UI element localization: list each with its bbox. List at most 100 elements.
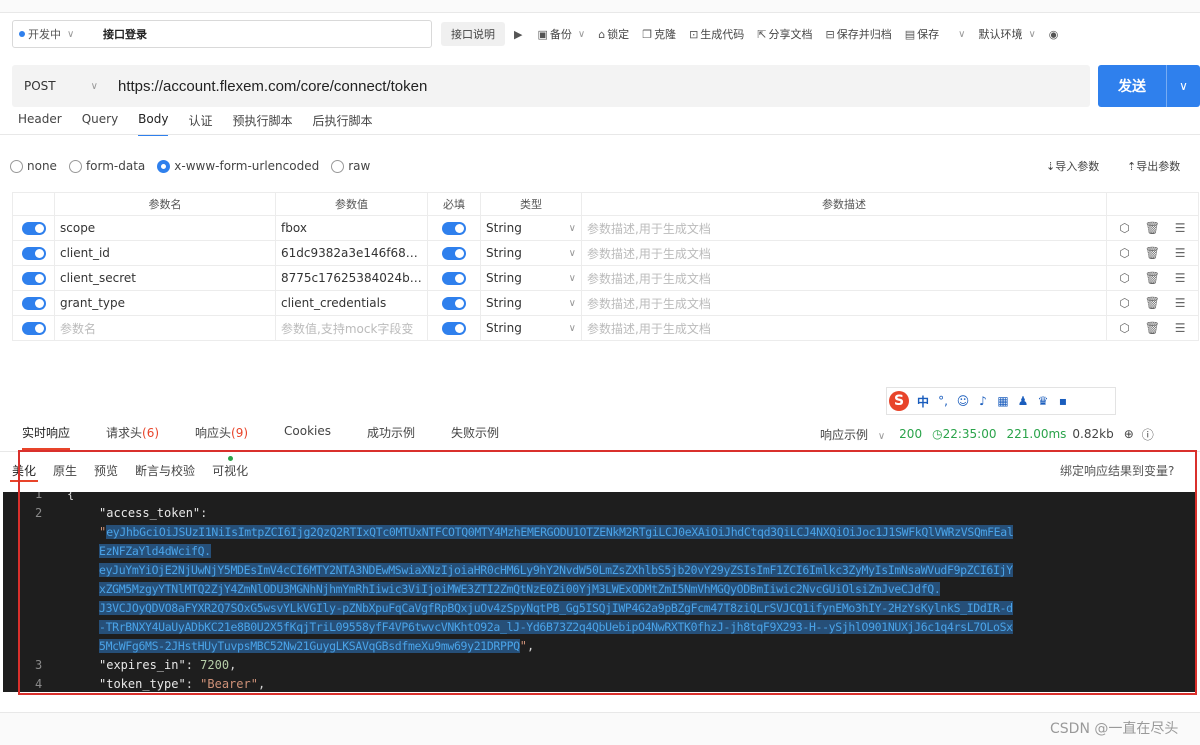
required-toggle[interactable] bbox=[442, 272, 466, 285]
param-name-cell[interactable]: 参数名 bbox=[54, 315, 276, 341]
enable-toggle[interactable] bbox=[21, 272, 46, 285]
param-name-cell[interactable]: client_id bbox=[54, 240, 276, 266]
type-cell[interactable]: String ∨ bbox=[480, 215, 582, 241]
cube-icon[interactable]: ⬡ bbox=[1119, 271, 1129, 285]
globe-icon[interactable]: ⊕ bbox=[1124, 427, 1134, 441]
view-tab-2[interactable]: 预览 bbox=[92, 462, 120, 482]
share-doc-button[interactable]: ⇱ 分享文档 bbox=[757, 26, 812, 42]
param-name-cell[interactable]: scope bbox=[54, 215, 276, 241]
response-tab-1[interactable]: 请求头(6) bbox=[106, 424, 159, 450]
tab-3[interactable]: 认证 bbox=[188, 112, 212, 136]
emoji-icon[interactable]: ☺ bbox=[953, 394, 973, 408]
response-tab-4[interactable]: 成功示例 bbox=[367, 424, 415, 450]
enable-toggle[interactable] bbox=[21, 322, 46, 335]
param-value-cell[interactable]: client_credentials bbox=[275, 290, 428, 316]
body-type-radio[interactable]: x-www-form-urlencoded bbox=[157, 159, 319, 173]
clone-button[interactable]: ❐ 克隆 bbox=[642, 26, 676, 42]
required-toggle[interactable] bbox=[442, 222, 466, 235]
trash-icon[interactable]: 🗑 bbox=[1145, 321, 1160, 335]
cube-icon[interactable]: ⬡ bbox=[1119, 296, 1129, 310]
bind-result-link[interactable]: 绑定响应结果到变量? bbox=[1060, 462, 1174, 479]
param-value-cell[interactable]: fbox bbox=[275, 215, 428, 241]
required-toggle[interactable] bbox=[442, 247, 466, 260]
example-select[interactable]: 响应示例 ∨ bbox=[820, 426, 885, 443]
body-type-radio[interactable]: none bbox=[10, 159, 57, 173]
user-icon[interactable]: ♟ bbox=[1013, 394, 1033, 408]
enable-toggle[interactable] bbox=[21, 297, 46, 310]
view-tab-1[interactable]: 原生 bbox=[51, 462, 79, 482]
tab-4[interactable]: 预执行脚本 bbox=[232, 112, 292, 136]
response-code-editor[interactable]: 1 2 3 4 { "access_token": "eyJhbGciOiJSU… bbox=[3, 492, 1197, 692]
api-name-input[interactable] bbox=[101, 26, 425, 42]
enable-toggle[interactable] bbox=[21, 222, 46, 235]
param-name-cell[interactable]: client_secret bbox=[54, 265, 276, 291]
view-tab-4[interactable]: 可视化 bbox=[210, 462, 250, 482]
view-tab-3[interactable]: 断言与校验 bbox=[133, 462, 197, 482]
param-desc-cell[interactable]: 参数描述,用于生成文档 bbox=[581, 240, 1107, 266]
mic-icon[interactable]: ♪ bbox=[973, 394, 993, 408]
type-select[interactable]: String ∨ bbox=[486, 221, 576, 235]
view-tab-0[interactable]: 美化 bbox=[10, 462, 39, 482]
type-select[interactable]: String ∨ bbox=[486, 296, 576, 310]
drag-handle-icon[interactable]: ☰ bbox=[1175, 296, 1186, 310]
type-select[interactable]: String ∨ bbox=[486, 246, 576, 260]
param-desc-cell[interactable]: 参数描述,用于生成文档 bbox=[581, 315, 1107, 341]
param-value-cell[interactable]: 8775c17625384024b4b bbox=[275, 265, 428, 291]
save-archive-button[interactable]: ⊟ 保存并归档 bbox=[826, 26, 892, 42]
chevron-down-icon[interactable]: ∨ bbox=[1167, 65, 1200, 107]
drag-handle-icon[interactable]: ☰ bbox=[1175, 246, 1186, 260]
grid-icon[interactable]: ▪ bbox=[1053, 394, 1073, 408]
tab-5[interactable]: 后执行脚本 bbox=[313, 112, 373, 136]
param-desc-cell[interactable]: 参数描述,用于生成文档 bbox=[581, 215, 1107, 241]
backup-button[interactable]: ▣ 备份 ∨ bbox=[537, 26, 585, 42]
lock-button[interactable]: ⌂ 锁定 bbox=[598, 26, 629, 42]
trash-icon[interactable]: 🗑 bbox=[1145, 221, 1160, 235]
method-select[interactable]: POST ∨ bbox=[12, 79, 108, 93]
response-tab-0[interactable]: 实时响应 bbox=[22, 424, 71, 450]
tab-1[interactable]: Query bbox=[82, 112, 118, 136]
param-desc-cell[interactable]: 参数描述,用于生成文档 bbox=[581, 290, 1107, 316]
trash-icon[interactable]: 🗑 bbox=[1145, 296, 1160, 310]
type-select[interactable]: String ∨ bbox=[486, 271, 576, 285]
param-desc-cell[interactable]: 参数描述,用于生成文档 bbox=[581, 265, 1107, 291]
env-view-button[interactable]: ◉ bbox=[1049, 28, 1061, 41]
type-cell[interactable]: String ∨ bbox=[480, 290, 582, 316]
run-button[interactable]: ▶ bbox=[514, 28, 524, 41]
ime-mode-icon[interactable]: 中 bbox=[913, 393, 933, 410]
status-select[interactable]: 开发中 ∨ bbox=[13, 26, 101, 42]
response-tab-3[interactable]: Cookies bbox=[284, 424, 331, 450]
trash-icon[interactable]: 🗑 bbox=[1145, 246, 1160, 260]
save-button[interactable]: ▤ 保存 bbox=[905, 26, 939, 42]
keyboard-icon[interactable]: ▦ bbox=[993, 394, 1013, 408]
param-value-cell[interactable]: 61dc9382a3e146f68fce bbox=[275, 240, 428, 266]
drag-handle-icon[interactable]: ☰ bbox=[1175, 221, 1186, 235]
type-select[interactable]: String ∨ bbox=[486, 321, 576, 335]
enable-toggle[interactable] bbox=[21, 247, 46, 260]
param-name-cell[interactable]: grant_type bbox=[54, 290, 276, 316]
save-more-button[interactable]: ∨ bbox=[952, 29, 965, 40]
required-toggle[interactable] bbox=[442, 322, 466, 335]
punctuation-icon[interactable]: °, bbox=[933, 394, 953, 408]
drag-handle-icon[interactable]: ☰ bbox=[1175, 321, 1186, 335]
send-button[interactable]: 发送 ∨ bbox=[1098, 65, 1200, 107]
type-cell[interactable]: String ∨ bbox=[480, 265, 582, 291]
api-desc-button[interactable]: 接口说明 bbox=[441, 22, 505, 46]
type-cell[interactable]: String ∨ bbox=[480, 315, 582, 341]
required-toggle[interactable] bbox=[442, 297, 466, 310]
import-params-button[interactable]: ⇣ 导入参数 bbox=[1046, 156, 1099, 176]
env-select[interactable]: 默认环境 ∨ bbox=[978, 26, 1035, 42]
drag-handle-icon[interactable]: ☰ bbox=[1175, 271, 1186, 285]
info-icon[interactable]: ⓘ bbox=[1142, 426, 1154, 443]
gen-code-button[interactable]: ⊡ 生成代码 bbox=[689, 26, 744, 42]
cube-icon[interactable]: ⬡ bbox=[1119, 221, 1129, 235]
url-input[interactable]: https://account.flexem.com/core/connect/… bbox=[118, 78, 427, 95]
trash-icon[interactable]: 🗑 bbox=[1145, 271, 1160, 285]
param-value-cell[interactable]: 参数值,支持mock字段变 bbox=[275, 315, 428, 341]
type-cell[interactable]: String ∨ bbox=[480, 240, 582, 266]
export-params-button[interactable]: ⇡ 导出参数 bbox=[1127, 156, 1180, 176]
response-tab-5[interactable]: 失败示例 bbox=[451, 424, 499, 450]
cube-icon[interactable]: ⬡ bbox=[1119, 321, 1129, 335]
skin-icon[interactable]: ♛ bbox=[1033, 394, 1053, 408]
tab-0[interactable]: Header bbox=[18, 112, 62, 136]
response-tab-2[interactable]: 响应头(9) bbox=[195, 424, 248, 450]
